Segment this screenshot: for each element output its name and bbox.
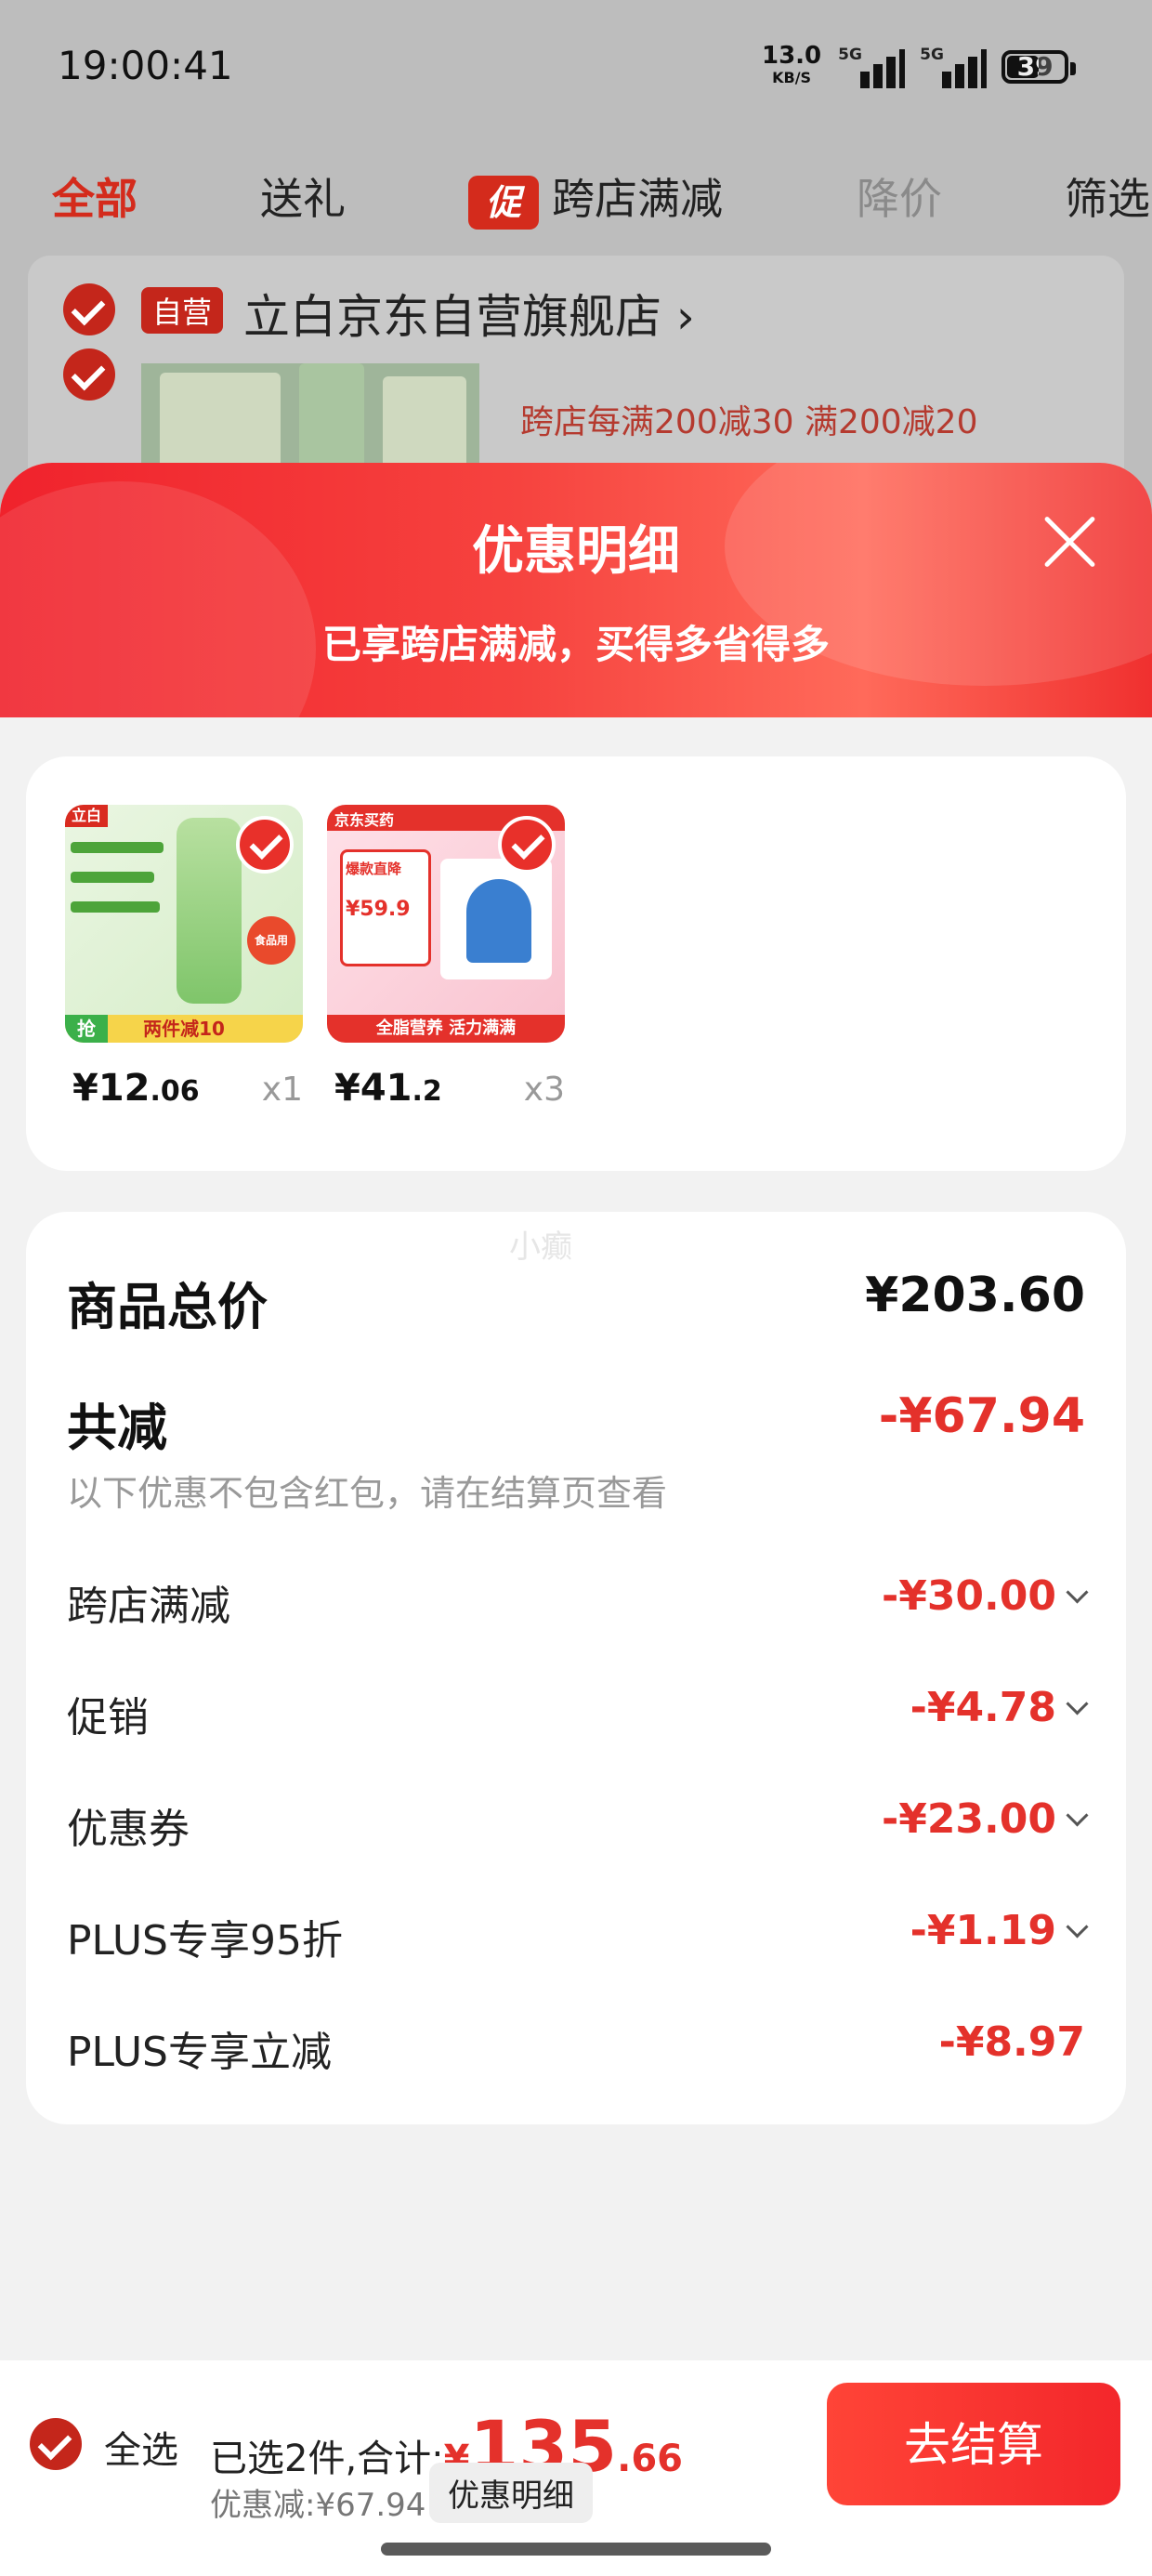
tab-all[interactable]: 全部 bbox=[52, 165, 137, 227]
checked-icon[interactable] bbox=[498, 816, 556, 874]
discount-item-label: PLUS专享立减 bbox=[67, 2029, 332, 2076]
product-image: 京东买药 爆款直降 ¥59.9 全脂营养 活力满满 bbox=[327, 805, 565, 1043]
tab-gift[interactable]: 送礼 bbox=[260, 165, 346, 227]
discount-item-label: PLUS专享95折 bbox=[67, 1917, 343, 1965]
tab-filter[interactable]: 筛选 bbox=[1065, 165, 1150, 227]
discount-item-value[interactable]: -¥4.78 bbox=[910, 1684, 1089, 1731]
discount-note: 以下优惠不包含红包，请在结算页查看 bbox=[67, 1473, 668, 1514]
discount-item-value[interactable]: -¥1.19 bbox=[910, 1907, 1089, 1954]
status-bar: 19:00:41 13.0 KB/S 5G 5G 39 bbox=[0, 0, 1152, 130]
signal-label: 5G bbox=[920, 46, 944, 64]
sheet-header: 优惠明细 已享跨店满减，买得多省得多 bbox=[0, 463, 1152, 717]
close-icon[interactable] bbox=[1039, 511, 1100, 572]
signal-icon: 5G bbox=[838, 46, 906, 88]
chevron-down-icon bbox=[1066, 1915, 1089, 1939]
selected-count-text: 已选2件,合计: bbox=[210, 2438, 444, 2480]
total-discount-value: -¥67.94 bbox=[878, 1388, 1085, 1444]
product-promo-label: 爆款直降 bbox=[346, 861, 402, 877]
status-time: 19:00:41 bbox=[58, 43, 233, 88]
store-check-icon[interactable] bbox=[63, 283, 115, 335]
price-detail-card: 小癫 商品总价 ¥203.60 共减 -¥67.94 以下优惠不包含红包，请在结… bbox=[26, 1212, 1126, 2124]
grab-tag: 抢 bbox=[65, 1015, 108, 1043]
store-name[interactable]: 立白京东自营旗舰店 › bbox=[243, 280, 695, 347]
product-item[interactable]: 立白 食品用 两件减10 抢 ¥12.06 x1 bbox=[65, 805, 303, 1110]
sheet-title: 优惠明细 bbox=[472, 521, 680, 582]
product-image: 立白 食品用 两件减10 抢 bbox=[65, 805, 303, 1043]
discount-detail-sheet: 优惠明细 已享跨店满减，买得多省得多 立白 食品用 两件减10 抢 ¥12.06… bbox=[0, 463, 1152, 2576]
total-discount-label: 共减 bbox=[67, 1399, 167, 1457]
signal-label: 5G bbox=[838, 46, 862, 64]
total-price-label: 商品总价 bbox=[67, 1278, 268, 1336]
discount-item-label: 跨店满减 bbox=[67, 1583, 230, 1630]
brand-logo: 立白 bbox=[65, 805, 108, 827]
discount-item-value[interactable]: -¥23.00 bbox=[882, 1795, 1089, 1843]
product-promo-price: ¥59.9 bbox=[346, 898, 411, 921]
self-operated-tag: 自营 bbox=[141, 287, 224, 334]
chevron-right-icon: › bbox=[675, 290, 695, 344]
net-speed-value: 13.0 bbox=[762, 42, 822, 70]
battery-level: 39 bbox=[1016, 51, 1054, 82]
net-speed: 13.0 KB/S bbox=[762, 42, 822, 89]
promo-badge: 促 bbox=[468, 175, 539, 230]
product-price: ¥41.2 bbox=[334, 1067, 442, 1110]
total-price-value: ¥203.60 bbox=[865, 1268, 1085, 1323]
net-speed-unit: KB/S bbox=[772, 69, 812, 86]
checkout-bar: 全选 已选2件,合计:¥135.66 优惠减:¥67.94 优惠明细 去结算 bbox=[0, 2360, 1152, 2576]
product-quantity: x1 bbox=[261, 1071, 303, 1109]
product-promo-strip: 全脂营养 活力满满 bbox=[327, 1015, 565, 1043]
discount-item-label: 优惠券 bbox=[67, 1806, 190, 1853]
discount-item-value[interactable]: -¥30.00 bbox=[882, 1572, 1089, 1620]
brand-logo: 京东买药 bbox=[334, 811, 395, 829]
chevron-down-icon bbox=[1066, 1804, 1089, 1827]
cart-filter-tabs: 全部 送礼 促跨店满减 降价 筛选 bbox=[0, 149, 1152, 242]
cross-store-promo-text: 跨店每满200减30 满200减20 bbox=[520, 403, 978, 441]
product-quantity: x3 bbox=[523, 1071, 565, 1109]
product-item[interactable]: 京东买药 爆款直降 ¥59.9 全脂营养 活力满满 ¥41.2 x3 bbox=[327, 805, 565, 1110]
tab-cross-store[interactable]: 促跨店满减 bbox=[468, 165, 723, 230]
selected-products-card: 立白 食品用 两件减10 抢 ¥12.06 x1 京东买药 爆款直降 ¥59.9 bbox=[26, 756, 1126, 1171]
chevron-down-icon bbox=[1066, 1692, 1089, 1715]
checkout-button[interactable]: 去结算 bbox=[827, 2383, 1120, 2505]
item-check-icon[interactable] bbox=[63, 348, 115, 401]
select-all-check-icon[interactable] bbox=[30, 2418, 82, 2470]
signal-icon: 5G bbox=[920, 46, 988, 88]
checked-icon[interactable] bbox=[236, 816, 294, 874]
product-price: ¥12.06 bbox=[72, 1067, 200, 1110]
tab-price-drop[interactable]: 降价 bbox=[857, 165, 942, 227]
status-icons: 13.0 KB/S 5G 5G 39 bbox=[762, 39, 1077, 95]
discount-item-label: 促销 bbox=[67, 1694, 149, 1741]
home-indicator bbox=[381, 2543, 771, 2556]
chevron-down-icon bbox=[1066, 1581, 1089, 1604]
product-badge: 食品用 bbox=[247, 916, 295, 965]
discount-amount: 优惠减:¥67.94 bbox=[210, 2487, 426, 2524]
discount-detail-button[interactable]: 优惠明细 bbox=[429, 2463, 593, 2523]
select-all-label[interactable]: 全选 bbox=[104, 2420, 178, 2474]
watermark: 小癫 bbox=[509, 1229, 572, 1266]
discount-item-value: -¥8.97 bbox=[938, 2018, 1085, 2066]
tab-cross-store-label: 跨店满减 bbox=[552, 174, 723, 224]
sheet-subtitle: 已享跨店满减，买得多省得多 bbox=[321, 622, 830, 667]
battery-icon: 39 bbox=[1001, 50, 1077, 84]
